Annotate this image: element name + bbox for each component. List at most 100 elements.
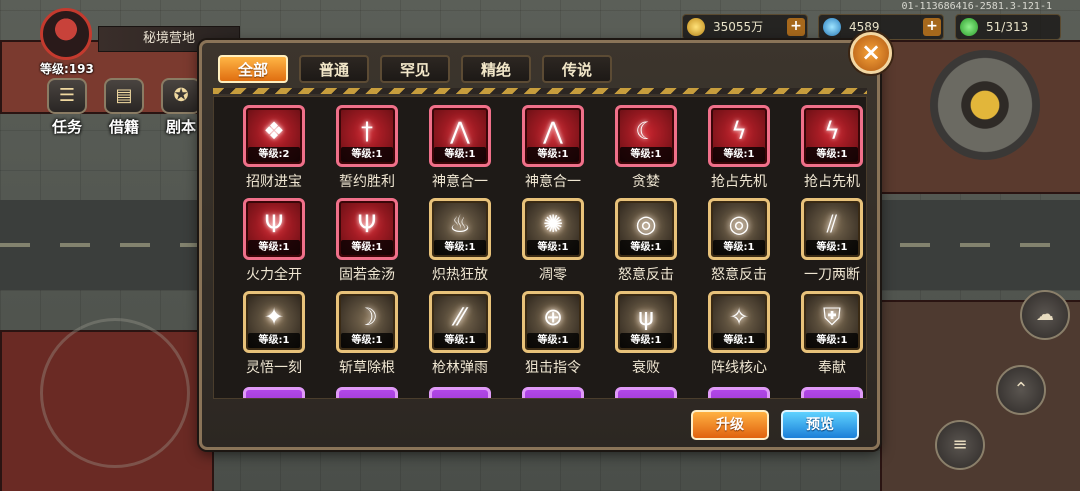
skill-icon-frame[interactable] <box>708 387 770 398</box>
preview-button[interactable]: 预览 <box>781 410 859 440</box>
skill-icon-frame: ⫽ 等级:1 <box>801 198 863 260</box>
list-icon: ≡ <box>952 434 968 455</box>
skill-icon-frame[interactable] <box>615 387 677 398</box>
skill-level: 等级:1 <box>527 147 579 162</box>
skill-level: 等级:2 <box>248 147 300 162</box>
skill-card[interactable]: ϟ 等级:1 抢占先机 <box>696 105 782 201</box>
skill-level: 等级:1 <box>341 333 393 348</box>
server-id: 01-113686416-2581.3-121-1 <box>901 1 1052 12</box>
wither-icon: ✺ <box>542 210 564 238</box>
skill-name: 狙击指令 <box>525 360 581 376</box>
avatar[interactable] <box>40 8 92 60</box>
skill-icon-frame: ◎ 等级:1 <box>615 198 677 260</box>
skill-card[interactable]: ⊕ 等级:1 狙击指令 <box>510 291 596 387</box>
skill-level: 等级:1 <box>713 147 765 162</box>
skill-card[interactable]: ⛨ 等级:1 奉献 <box>789 291 866 387</box>
skill-name: 火力全开 <box>246 267 302 283</box>
add-gem-button[interactable]: + <box>923 18 941 36</box>
rank-button[interactable]: ⌃ <box>996 365 1046 415</box>
skill-level: 等级:1 <box>434 333 486 348</box>
skill-level: 等级:1 <box>806 333 858 348</box>
skill-name: 抢占先机 <box>804 174 860 190</box>
wings-icon: ⋀ <box>450 117 470 145</box>
crosshair-icon: ⊕ <box>542 303 564 331</box>
upgrade-button[interactable]: 升级 <box>691 410 769 440</box>
chat-button[interactable]: ☁ <box>1020 290 1070 340</box>
spark-icon: ✦ <box>263 303 285 331</box>
scythe-icon: ☽ <box>356 303 378 331</box>
add-gold-button[interactable]: + <box>787 18 805 36</box>
player-level: 等级:193 <box>40 62 94 76</box>
skill-grid: ❖ 等级:2 招财进宝 † 等级:1 誓约胜利 ⋀ 等级:1 神意合一 ⋀ 等级:1 神意合一 ☾ 等级:… <box>213 96 867 399</box>
tree-icon: ψ <box>638 303 654 331</box>
skill-icon-frame: ⁄⁄ 等级:1 <box>429 291 491 353</box>
energy-value: 51/313 <box>986 20 1029 34</box>
skill-name: 枪林弹雨 <box>432 360 488 376</box>
skill-card[interactable]: ⫽ 等级:1 一刀两断 <box>789 198 866 294</box>
skill-card[interactable]: ☽ 等级:1 斩草除根 <box>324 291 410 387</box>
skill-icon-frame[interactable] <box>522 387 584 398</box>
tab-normal[interactable]: 普通 <box>299 55 369 83</box>
energy-counter: 51/313 <box>955 14 1061 40</box>
skill-card[interactable]: ⋀ 等级:1 神意合一 <box>417 105 503 201</box>
tab-rare[interactable]: 罕见 <box>380 55 450 83</box>
swirl-icon: ◎ <box>635 210 657 238</box>
skill-card[interactable]: ϟ 等级:1 抢占先机 <box>789 105 866 201</box>
badge-icon: ✪ <box>161 78 201 114</box>
skill-icon-frame[interactable] <box>243 387 305 398</box>
skill-card[interactable]: ✦ 等级:1 灵悟一刻 <box>231 291 317 387</box>
skill-card[interactable]: ❖ 等级:2 招财进宝 <box>231 105 317 201</box>
tab-epic[interactable]: 精绝 <box>461 55 531 83</box>
skill-level: 等级:1 <box>434 240 486 255</box>
skill-card[interactable]: Ψ 等级:1 固若金汤 <box>324 198 410 294</box>
player-panel[interactable]: 秘境营地 等级:193 <box>40 8 240 76</box>
skill-card[interactable]: ψ 等级:1 衰败 <box>603 291 689 387</box>
skill-card[interactable]: ♨ 等级:1 炽热狂放 <box>417 198 503 294</box>
skill-card[interactable]: ⁄⁄ 等级:1 枪林弹雨 <box>417 291 503 387</box>
skill-level: 等级:1 <box>527 240 579 255</box>
flame-icon: ♨ <box>449 210 471 238</box>
skill-card[interactable]: ⋀ 等级:1 神意合一 <box>510 105 596 201</box>
skill-name: 衰败 <box>632 360 660 376</box>
skill-name: 怒意反击 <box>711 267 767 283</box>
coin-icon <box>687 18 705 36</box>
skill-icon-frame[interactable] <box>336 387 398 398</box>
skill-card[interactable]: ◎ 等级:1 怒意反击 <box>696 198 782 294</box>
skill-icon-frame: ϟ 等级:1 <box>801 105 863 167</box>
menu-button[interactable]: ≡ <box>935 420 985 470</box>
skill-level: 等级:1 <box>341 240 393 255</box>
skill-icon-frame[interactable] <box>429 387 491 398</box>
tab-all[interactable]: 全部 <box>218 55 288 83</box>
skill-icon-frame[interactable] <box>801 387 863 398</box>
skill-icon-frame: ⋀ 等级:1 <box>522 105 584 167</box>
slash-icon: ⫽ <box>826 210 838 238</box>
lightning-icon: ϟ <box>824 117 840 145</box>
skill-name: 贪婪 <box>632 174 660 190</box>
script-button[interactable]: ✪ 剧本 <box>158 78 204 138</box>
virtual-joystick[interactable] <box>40 318 190 468</box>
skill-card[interactable]: ✧ 等级:1 阵线核心 <box>696 291 782 387</box>
borrow-button[interactable]: ▤ 借籍 <box>101 78 147 138</box>
task-button[interactable]: ☰ 任务 <box>44 78 90 138</box>
skill-icon-frame: Ψ 等级:1 <box>336 198 398 260</box>
fan-icon: ❖ <box>263 117 285 145</box>
skill-card[interactable]: † 等级:1 誓约胜利 <box>324 105 410 201</box>
skill-card[interactable]: ◎ 等级:1 怒意反击 <box>603 198 689 294</box>
hazard-stripe <box>213 88 867 94</box>
skill-name: 神意合一 <box>525 174 581 190</box>
tab-legendary[interactable]: 传说 <box>542 55 612 83</box>
skill-icon-frame: † 等级:1 <box>336 105 398 167</box>
skill-card[interactable]: ✺ 等级:1 凋零 <box>510 198 596 294</box>
skill-name: 凋零 <box>539 267 567 283</box>
skill-name: 神意合一 <box>432 174 488 190</box>
skill-level: 等级:1 <box>248 240 300 255</box>
skill-card[interactable]: ☾ 等级:1 贪婪 <box>603 105 689 201</box>
skill-card[interactable]: Ψ 等级:1 火力全开 <box>231 198 317 294</box>
skill-name: 誓约胜利 <box>339 174 395 190</box>
task-label: 任务 <box>51 118 82 136</box>
skill-level: 等级:1 <box>341 147 393 162</box>
skill-icon-frame: ✺ 等级:1 <box>522 198 584 260</box>
close-button[interactable]: × <box>850 32 892 74</box>
chat-icon: ☁ <box>1036 304 1054 325</box>
skill-icon-frame: ⊕ 等级:1 <box>522 291 584 353</box>
